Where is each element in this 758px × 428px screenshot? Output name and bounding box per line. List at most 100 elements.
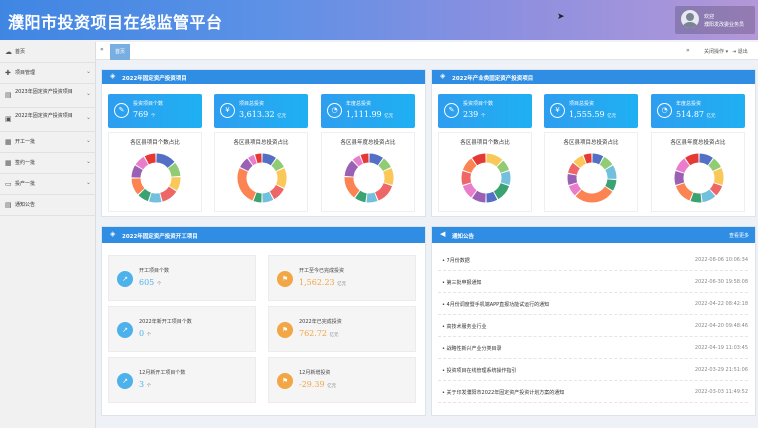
cloud-icon: ☁ xyxy=(5,48,12,56)
stat-value: 514.87 亿元 xyxy=(676,110,716,119)
sidebar-item-sign-batch[interactable]: ▦ 签约一批 ⌄ xyxy=(0,153,96,174)
donut-slice xyxy=(269,184,284,200)
notice-title[interactable]: • 第三批申报通知 xyxy=(442,279,482,286)
donut-slice xyxy=(568,162,580,175)
notice-item[interactable]: • 4月份调度暨手机端APP直报功能试运行的通知 2022-04-22 08:4… xyxy=(438,293,748,315)
layers-icon: ◈ xyxy=(110,230,116,238)
exit-button[interactable]: ⇥ 退出 xyxy=(732,48,748,55)
sidebar-item-label: 2022年固定资产投资项目 xyxy=(15,113,73,119)
sidebar-item-2022-projects[interactable]: ▣ 2022年固定资产投资项目 ⌄ xyxy=(0,108,96,132)
chevron-down-icon: ⌄ xyxy=(85,68,91,75)
kpi-unit: 个 xyxy=(146,384,152,389)
avatar xyxy=(681,10,699,28)
stat-project-count: ✎ 投资项目个数 769 个 xyxy=(108,94,202,128)
stat-total-investment: ¥ 项目总投资 1,555.59 亿元 xyxy=(544,94,638,128)
stat-unit: 亿元 xyxy=(706,114,716,119)
view-more-link[interactable]: 查看更多 xyxy=(729,232,749,239)
notice-title[interactable]: • 高技术服务业行业 xyxy=(442,323,487,330)
donut-chart-total-investment: 各区县项目总投资占比 xyxy=(214,132,308,212)
notice-date: 2022-08-06 10:06:34 xyxy=(694,257,748,263)
chevron-down-icon: ⌄ xyxy=(85,137,91,144)
stat-label: 投资项目个数 xyxy=(463,101,494,107)
donut-chart-project-count: 各区县项目个数占比 xyxy=(438,132,532,212)
notice-item[interactable]: • 投资项目在线管理系统操作指引 2022-03-29 21:51:06 xyxy=(438,359,748,381)
donut-slice xyxy=(352,155,364,167)
kpi-value: 0 个 xyxy=(139,329,151,338)
notice-title[interactable]: • 7月份数据 xyxy=(442,257,470,264)
edit-icon: ✎ xyxy=(444,103,459,118)
sidebar-item-label: 2023年固定资产投资项目 xyxy=(15,89,73,95)
kpi-card-start-count: ↗ 开工项目个数 605 个 xyxy=(108,255,256,301)
sidebar-item-production-batch[interactable]: ▭ 投产一批 ⌄ xyxy=(0,174,96,195)
donut-slice xyxy=(135,156,149,170)
notice-date: 2022-03-03 11:49:52 xyxy=(694,389,748,395)
donut-chart-annual-investment: 各区县年度总投资占比 xyxy=(321,132,415,212)
volume-icon: ◀ xyxy=(440,230,446,238)
notice-item[interactable]: • 战略性新兴产业分类目录 2022-04-19 11:03:45 xyxy=(438,337,748,359)
chevron-down-icon: ⌄ xyxy=(85,114,91,121)
sidebar-item-label: 签约一批 xyxy=(15,160,36,166)
notice-item[interactable]: • 第三批申报通知 2022-06-30 19:58:08 xyxy=(438,271,748,293)
sidebar-item-notices[interactable]: ▤ 通知公告 xyxy=(0,195,96,216)
donut-slice xyxy=(169,177,181,191)
panel-industry-investment: ◈ 2022年产业类固定资产投资项目 ✎ 投资项目个数 239 个 ¥ 项目总投… xyxy=(431,69,756,217)
donut-chart xyxy=(674,153,724,203)
kpi-number: 1,562.23 xyxy=(299,278,335,287)
panel-title: 通知公告 xyxy=(452,234,475,240)
tab-scroll-right-icon[interactable]: » xyxy=(686,47,690,54)
donut-slice xyxy=(496,160,510,174)
donut-slice xyxy=(248,154,257,166)
sidebar-item-home[interactable]: ☁ 首页 xyxy=(0,42,96,63)
donut-slice xyxy=(237,168,257,201)
kpi-label: 12月新增投资 xyxy=(299,370,331,376)
sidebar-item-project-management[interactable]: ✚ 项目管理 ⌄ xyxy=(0,63,96,84)
stat-number: 1,111.99 xyxy=(346,110,382,119)
kpi-label: 开工项目个数 xyxy=(139,268,170,274)
mouse-cursor-icon: ➤ xyxy=(557,12,565,22)
kpi-card-december-new-investment: ⚑ 12月新增投资 -29.39 亿元 xyxy=(268,357,416,403)
donut-slice xyxy=(575,186,613,203)
stat-label: 项目总投资 xyxy=(569,101,595,107)
notice-title[interactable]: • 4月份调度暨手机端APP直报功能试运行的通知 xyxy=(442,301,549,308)
tab-scroll-left-icon[interactable]: « xyxy=(100,46,104,53)
donut-slice xyxy=(138,188,152,202)
notice-title[interactable]: • 战略性新兴产业分类目录 xyxy=(442,345,502,352)
notice-title[interactable]: • 投资项目在线管理系统操作指引 xyxy=(442,367,517,374)
donut-chart xyxy=(237,153,287,203)
notice-item[interactable]: • 高技术服务业行业 2022-04-20 09:48:46 xyxy=(438,315,748,337)
donut-slice xyxy=(472,153,486,166)
donut-slice xyxy=(344,177,360,198)
sidebar: ☁ 首页 ✚ 项目管理 ⌄ ▤ 2023年固定资产投资项目 ⌄ ▣ 2022年固… xyxy=(0,42,96,428)
notice-date: 2022-04-22 08:42:18 xyxy=(694,301,748,307)
notice-item[interactable]: • 关于印发濮阳市2022年固定资产投资计划方案的通知 2022-03-03 1… xyxy=(438,381,748,403)
donut-slice xyxy=(374,182,393,201)
user-menu[interactable]: 欢迎 濮阳发改委业务员 xyxy=(675,6,755,34)
notice-item[interactable]: • 7月份数据 2022-08-06 10:06:34 xyxy=(438,249,748,271)
flag-icon: ⚑ xyxy=(277,271,293,287)
sidebar-item-label: 开工一批 xyxy=(15,139,36,145)
tab-home[interactable]: 首页 xyxy=(110,44,130,60)
donut-chart xyxy=(131,153,181,203)
panel-title: 2022年固定资产投资开工项目 xyxy=(122,234,198,240)
notice-title[interactable]: • 关于印发濮阳市2022年固定资产投资计划方案的通知 xyxy=(442,389,564,396)
stat-value: 1,111.99 亿元 xyxy=(346,110,393,119)
stat-label: 项目总投资 xyxy=(239,101,265,107)
close-operations-dropdown[interactable]: 关闭操作 ▾ xyxy=(704,48,728,55)
kpi-label: 12月新开工项目个数 xyxy=(139,370,186,376)
kpi-value: 605 个 xyxy=(139,278,161,287)
donut-slice xyxy=(486,191,498,203)
plus-icon: ✚ xyxy=(5,69,11,77)
sidebar-item-start-batch[interactable]: ▦ 开工一批 ⌄ xyxy=(0,132,96,153)
donut-chart-total-investment: 各区县项目总投资占比 xyxy=(544,132,638,212)
donut-slice xyxy=(360,153,369,164)
kpi-card-new-start-count: ↗ 2022年新开工项目个数 0 个 xyxy=(108,306,256,352)
tab-bar: « 首页 » 关闭操作 ▾ ⇥ 退出 xyxy=(96,42,758,60)
stat-project-count: ✎ 投资项目个数 239 个 xyxy=(438,94,532,128)
donut-slice xyxy=(472,190,486,203)
grid-icon: ▦ xyxy=(5,159,12,167)
sidebar-item-2023-projects[interactable]: ▤ 2023年固定资产投资项目 ⌄ xyxy=(0,84,96,108)
kpi-value: 762.72 亿元 xyxy=(299,329,339,338)
donut-slice xyxy=(276,168,287,188)
donut-slice xyxy=(159,186,177,202)
chart-title: 各区县项目个数占比 xyxy=(460,140,510,146)
